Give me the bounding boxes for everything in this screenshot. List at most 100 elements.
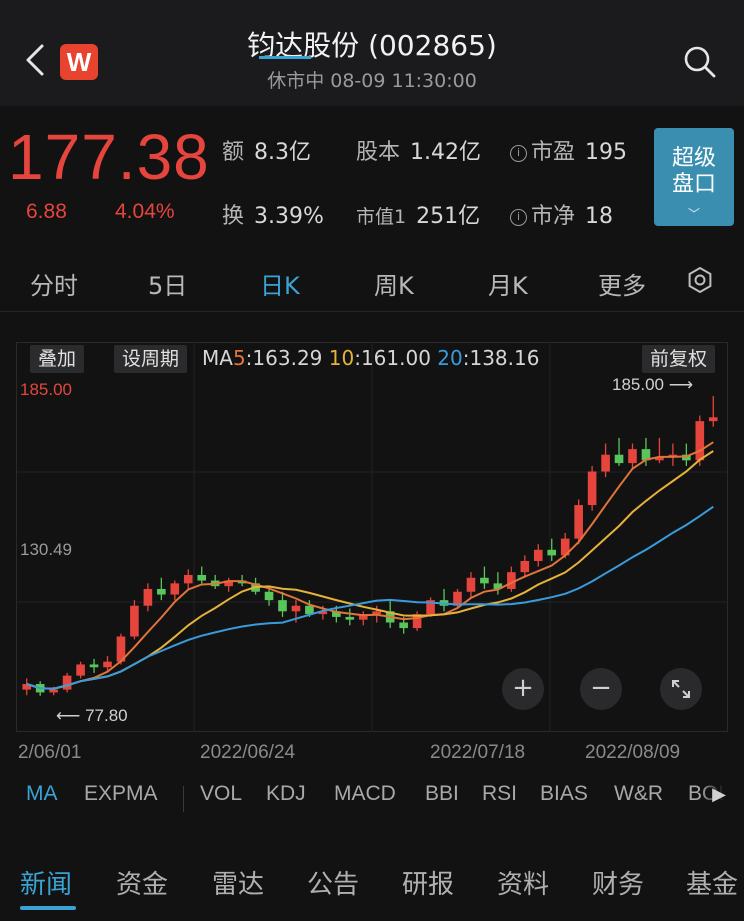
y-axis-high: 185.00 — [20, 380, 72, 399]
candle-body — [708, 417, 718, 422]
stat-label: 市盈 — [531, 140, 576, 165]
ma-values: MA5:163.29 10:161.00 20:138.16 — [202, 346, 539, 370]
adjust-button[interactable]: 前复权 — [642, 345, 716, 373]
tab-research[interactable]: 研报 — [402, 864, 454, 901]
indicator-wr[interactable]: W&R — [614, 782, 663, 806]
ma20-value: :138.16 — [462, 346, 540, 370]
tab-intraday[interactable]: 分时 — [30, 266, 78, 301]
info-icon[interactable]: i — [510, 209, 527, 226]
super-button-line2: 盘口 — [671, 172, 716, 197]
candle-body — [130, 605, 139, 637]
stat-pb[interactable]: i 市净 18 — [510, 198, 613, 230]
price-change: 6.88 — [26, 200, 67, 223]
tab-profile[interactable]: 资料 — [497, 864, 549, 901]
tab-more[interactable]: 更多 — [598, 266, 646, 301]
ma20-key: 20 — [437, 346, 463, 370]
stat-value: 251亿 — [416, 204, 481, 229]
stat-value: 18 — [585, 204, 614, 229]
indicator-macd[interactable]: MACD — [334, 782, 396, 806]
stat-value: 1.42亿 — [410, 140, 482, 165]
indicator-vol[interactable]: VOL — [200, 782, 242, 806]
candle-body — [89, 664, 99, 668]
stock-title: 钧达股份 (002865) — [247, 29, 497, 62]
tab-funds[interactable]: 资金 — [116, 864, 168, 901]
indicator-bias[interactable]: BIAS — [540, 782, 588, 806]
stat-mktcap[interactable]: 市值1 251亿 — [356, 198, 480, 230]
indicator-expma[interactable]: EXPMA — [84, 782, 158, 806]
ma-label: MA — [202, 346, 233, 370]
indicator-bbi[interactable]: BBI — [425, 782, 459, 806]
tab-news[interactable]: 新闻 — [20, 864, 72, 901]
more-indicators[interactable]: ▶ — [700, 782, 744, 816]
tab-weekly-k[interactable]: 周K — [374, 266, 414, 301]
tab-financials[interactable]: 财务 — [592, 864, 644, 901]
tab-radar[interactable]: 雷达 — [212, 864, 264, 901]
indicator-rsi[interactable]: RSI — [482, 782, 517, 806]
stat-pe[interactable]: i 市盈 195 — [510, 134, 627, 166]
tab-5day[interactable]: 5日 — [148, 266, 187, 301]
stat-label: 额 — [222, 140, 245, 165]
tab-fund[interactable]: 基金 — [686, 864, 738, 901]
super-orderbook-button[interactable]: 超级 盘口 ﹀ — [654, 128, 734, 226]
candle-body — [291, 605, 301, 612]
candle-body — [103, 661, 112, 668]
candle-body — [264, 591, 274, 601]
candle-body — [49, 689, 58, 693]
max-price-marker: 185.00 ⟶ — [612, 375, 694, 394]
expand-icon — [672, 680, 690, 698]
candle-body — [587, 471, 597, 506]
top-bar: W 钧达股份 (002865) 休市中 08-09 11:30:00 — [0, 0, 744, 106]
info-tabs: 新闻 资金 雷达 公告 研报 资料 财务 基金 — [0, 850, 744, 921]
candle-body — [157, 588, 166, 595]
price-change-pct: 4.04% — [115, 200, 175, 223]
candle-body — [170, 583, 180, 595]
stat-value: 3.39% — [254, 204, 324, 229]
candle-body — [466, 577, 476, 592]
stat-label: 市值1 — [356, 206, 407, 228]
x-axis-date: 2/06/01 — [18, 742, 82, 763]
candle-body — [62, 675, 72, 690]
candle-body — [305, 605, 314, 615]
indicator-kdj[interactable]: KDJ — [266, 782, 306, 806]
divider — [183, 786, 184, 812]
current-price: 177.38 — [8, 121, 210, 193]
set-period-button[interactable]: 设周期 — [114, 345, 188, 373]
indicator-ma[interactable]: MA — [26, 782, 58, 806]
min-price-marker: ⟵ 77.80 — [56, 706, 128, 725]
zoom-out-button[interactable]: − — [580, 668, 622, 710]
candle-body — [480, 577, 489, 584]
active-tab-indicator — [259, 56, 311, 59]
stat-label: 市净 — [531, 204, 576, 229]
stat-label: 股本 — [356, 140, 401, 165]
search-icon[interactable] — [682, 44, 718, 80]
tab-monthly-k[interactable]: 月K — [488, 266, 528, 301]
stat-label: 换 — [222, 204, 245, 229]
candle-body — [614, 454, 624, 464]
gear-icon[interactable] — [686, 266, 714, 294]
play-icon: ▶ — [712, 784, 726, 805]
info-icon[interactable]: i — [510, 145, 527, 162]
tab-daily-k[interactable]: 日K — [260, 266, 300, 301]
ma5-line — [26, 441, 714, 690]
chevron-down-icon: ﹀ — [687, 207, 700, 221]
stat-turnover: 换 3.39% — [222, 198, 324, 230]
market-status: 休市中 08-09 11:30:00 — [267, 70, 477, 92]
candle-body — [547, 549, 557, 556]
candle-body — [695, 421, 705, 461]
stat-value: 8.3亿 — [254, 140, 312, 165]
overlay-button[interactable]: 叠加 — [30, 345, 85, 373]
candle-body — [197, 574, 207, 581]
candle-body — [520, 560, 530, 573]
candlestick-chart[interactable] — [16, 342, 728, 732]
active-tab-indicator — [20, 906, 76, 910]
candle-body — [345, 616, 355, 620]
ma10-key: 10 — [328, 346, 355, 370]
zoom-in-button[interactable]: + — [502, 668, 544, 710]
fullscreen-button[interactable] — [660, 668, 702, 710]
stat-share: 股本 1.42亿 — [356, 134, 481, 166]
stat-amount: 额 8.3亿 — [222, 134, 311, 166]
ma10-value: :161.00 — [354, 346, 431, 370]
candle-body — [183, 574, 193, 584]
super-button-line1: 超级 — [671, 146, 716, 171]
tab-announcements[interactable]: 公告 — [307, 864, 359, 901]
